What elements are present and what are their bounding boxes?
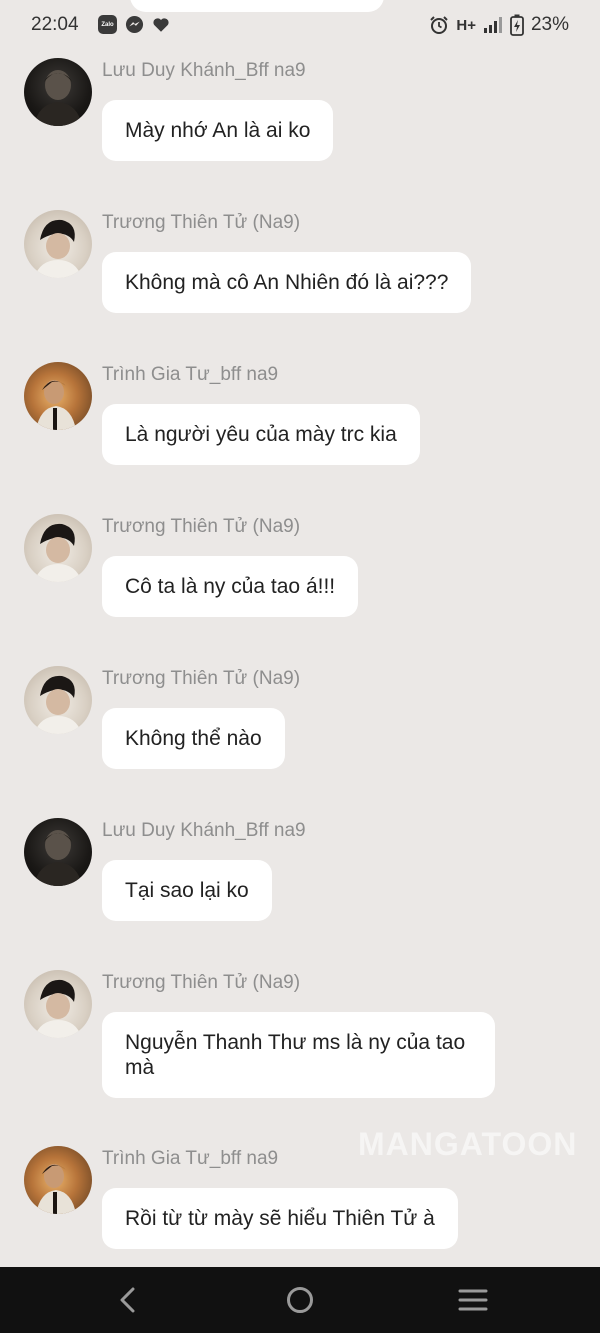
- status-time: 22:04: [31, 14, 79, 35]
- heart-icon: [153, 17, 169, 32]
- sender-name: Trình Gia Tư_bff na9: [102, 1148, 279, 1169]
- avatar[interactable]: [24, 210, 92, 278]
- message-bubble[interactable]: Cô ta là ny của tao á!!!: [102, 556, 359, 617]
- status-bar: 22:04 Zalo H+ 23%: [0, 0, 600, 52]
- battery-charging-icon: [510, 14, 524, 36]
- messenger-icon: [125, 15, 144, 34]
- avatar[interactable]: [24, 818, 92, 886]
- person-silhouette-icon: [36, 1164, 76, 1214]
- sender-name: Lưu Duy Khánh_Bff na9: [102, 60, 306, 81]
- alarm-icon: [430, 16, 449, 34]
- person-silhouette-icon: [34, 523, 82, 582]
- avatar[interactable]: [24, 666, 92, 734]
- battery-percent: 23%: [530, 14, 569, 35]
- message-bubble[interactable]: Tại sao lại ko: [102, 860, 272, 921]
- person-silhouette-icon: [34, 979, 82, 1038]
- signal-icon: [483, 17, 502, 33]
- network-type: H+: [456, 16, 476, 34]
- navigation-bar: [0, 1267, 600, 1333]
- message-bubble[interactable]: Không thể nào: [102, 708, 285, 769]
- message-bubble[interactable]: Nguyễn Thanh Thư ms là ny của tao mà: [102, 1012, 495, 1098]
- sender-name: Trương Thiên Tử (Na9): [102, 516, 301, 537]
- person-silhouette-icon: [34, 830, 82, 886]
- sender-name: Trương Thiên Tử (Na9): [102, 668, 301, 689]
- person-silhouette-icon: [34, 675, 82, 734]
- message-bubble[interactable]: Là người yêu của mày trc kia: [102, 404, 420, 465]
- sender-name: Lưu Duy Khánh_Bff na9: [102, 820, 306, 841]
- sender-name: Trương Thiên Tử (Na9): [102, 972, 301, 993]
- notification-icons: Zalo: [98, 15, 170, 34]
- zalo-icon: Zalo: [98, 15, 117, 34]
- sender-name: Trương Thiên Tử (Na9): [102, 212, 301, 233]
- message-bubble[interactable]: Rồi từ từ mày sẽ hiểu Thiên Tử à: [102, 1188, 458, 1249]
- avatar[interactable]: [24, 1146, 92, 1214]
- avatar[interactable]: [24, 58, 92, 126]
- avatar[interactable]: [24, 362, 92, 430]
- menu-icon[interactable]: [458, 1285, 488, 1315]
- avatar[interactable]: [24, 514, 92, 582]
- system-status-icons: H+ 23%: [429, 14, 569, 36]
- message-bubble[interactable]: Mày nhớ An là ai ko: [102, 100, 334, 161]
- avatar[interactable]: [24, 970, 92, 1038]
- watermark: MANGATOON: [358, 1126, 578, 1162]
- person-silhouette-icon: [34, 219, 82, 278]
- person-silhouette-icon: [36, 380, 76, 430]
- back-icon[interactable]: [114, 1285, 142, 1315]
- message-bubble[interactable]: Không mà cô An Nhiên đó là ai???: [102, 252, 472, 313]
- home-icon[interactable]: [285, 1285, 315, 1315]
- sender-name: Trình Gia Tư_bff na9: [102, 364, 279, 385]
- person-silhouette-icon: [34, 70, 82, 126]
